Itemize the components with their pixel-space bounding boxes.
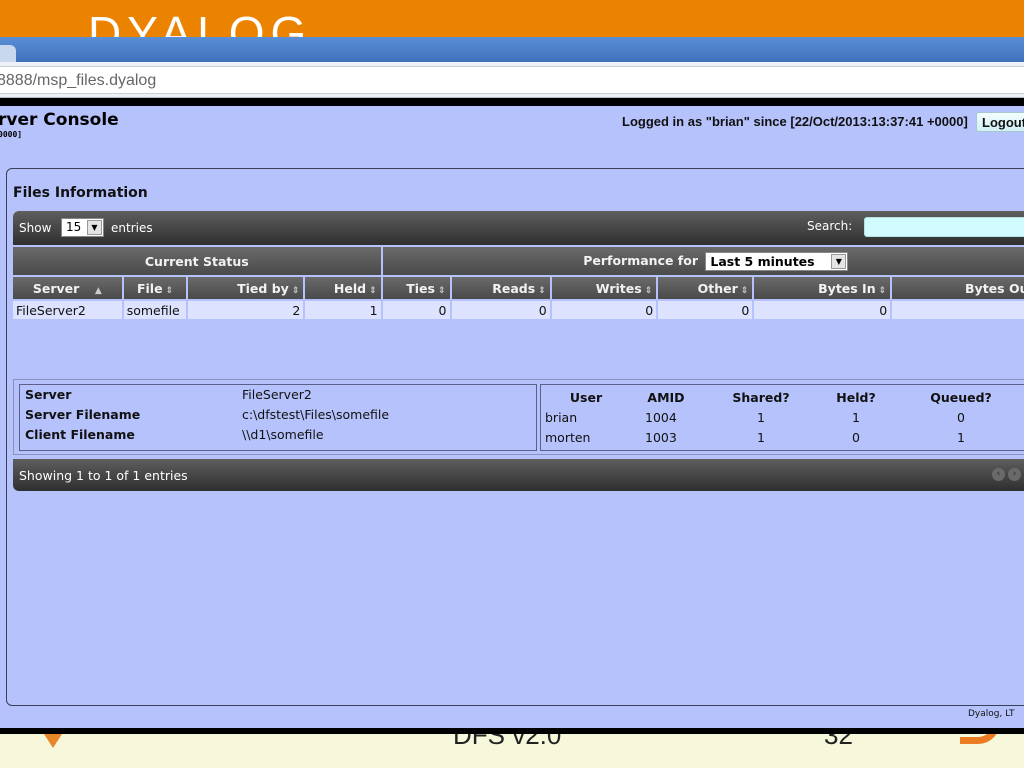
sort-icon: ⇕ [538, 285, 546, 296]
column-header-writes[interactable]: Writes ⇕ [551, 277, 657, 299]
row-detail: Server FileServer2 Server Filename c:\df… [13, 379, 1024, 455]
next-page-icon[interactable]: › [1008, 468, 1021, 481]
sort-ascending-icon: ▲ [82, 285, 102, 296]
slide-header: DYALOG [0, 0, 1024, 40]
slide-page-number: 32 [824, 734, 853, 750]
dyalog-swoosh-icon [960, 734, 1000, 744]
slide-footer: DFS v2.0 32 [0, 734, 1024, 768]
logout-button[interactable]: Logout [976, 112, 1024, 132]
users-column-amid: AMID [647, 389, 685, 405]
column-header-bytes-out[interactable]: Bytes Out⇕ [892, 277, 1024, 299]
detail-label: Server Filename [25, 407, 141, 422]
browser-address-bar: 8888/msp_files.dyalog [0, 62, 1024, 98]
sort-icon: ⇕ [740, 285, 749, 296]
files-information-panel: Files Information Show 15 ▼ entries Sear… [6, 168, 1024, 706]
previous-page-icon[interactable]: ‹ [992, 468, 1005, 481]
detail-label: Server [25, 387, 72, 402]
table-toolbar: Show 15 ▼ entries Search: [13, 211, 1024, 245]
user-shared: 1 [757, 409, 765, 425]
column-header-ties[interactable]: Ties ⇕ [382, 277, 450, 299]
user-held: 0 [852, 429, 860, 445]
login-status: Logged in as "brian" since [22/Oct/2013:… [622, 114, 968, 129]
chevron-down-icon[interactable]: ▼ [87, 220, 102, 235]
column-header-tied-by[interactable]: Tied by ⇕ [188, 277, 304, 299]
sort-icon: ⇕ [291, 285, 300, 296]
cell-other: 0 [658, 301, 753, 319]
group-header-current-status: Current Status [13, 247, 381, 275]
cell-bytes-out: 0 [892, 301, 1024, 319]
column-header-bytes-in[interactable]: Bytes In ⇕ [754, 277, 891, 299]
detail-value: c:\dfstest\Files\somefile [242, 407, 390, 422]
performance-for-label: Performance for [583, 252, 699, 268]
web-page: rver Console 0000] Logged in as "brian" … [0, 106, 1024, 728]
leaf-logo-icon [44, 734, 62, 748]
dyalog-logo: DYALOG [88, 7, 313, 40]
users-column-shared: Shared? [732, 389, 790, 405]
table-footer: Showing 1 to 1 of 1 entries ‹ › [13, 459, 1024, 491]
sort-icon: ⇕ [644, 285, 653, 296]
user-queued: 0 [957, 409, 965, 425]
cell-ties: 0 [382, 301, 450, 319]
sort-icon: ⇕ [369, 285, 377, 296]
cell-file: somefile [123, 301, 187, 319]
file-detail-fields: Server FileServer2 Server Filename c:\df… [19, 384, 537, 451]
users-column-held: Held? [836, 389, 876, 405]
performance-period-select[interactable]: Last 5 minutes ▼ [705, 251, 849, 271]
search-label: Search: [807, 219, 853, 233]
file-users-table: User AMID Shared? Held? Queued? brian 10… [540, 384, 1024, 451]
cell-held: 1 [305, 301, 381, 319]
page-size-select[interactable]: 15 ▼ [61, 218, 104, 237]
url-input[interactable]: 8888/msp_files.dyalog [0, 66, 1024, 94]
column-header-server[interactable]: Server ▲ [13, 277, 122, 299]
panel-title: Files Information [13, 185, 148, 201]
url-text: 8888/msp_files.dyalog [0, 72, 157, 89]
user-held: 1 [852, 409, 860, 425]
performance-period-value: Last 5 minutes [710, 253, 815, 269]
column-header-other[interactable]: Other ⇕ [658, 277, 753, 299]
browser-tab-bar [0, 37, 1024, 65]
chevron-down-icon[interactable]: ▼ [831, 253, 847, 269]
detail-value: FileServer2 [242, 387, 312, 402]
page-title: rver Console [0, 110, 119, 130]
column-header-reads[interactable]: Reads ⇕ [451, 277, 550, 299]
list-item: morten 1003 1 0 1 [541, 427, 1024, 447]
page-subtitle: 0000] [0, 130, 23, 139]
column-header-held[interactable]: Held ⇕ [305, 277, 381, 299]
sort-icon: ⇕ [437, 285, 446, 296]
column-header-file[interactable]: File ⇕ [123, 277, 187, 299]
user-name: brian [545, 409, 578, 425]
files-table: Current Status Performance for Last 5 mi… [11, 245, 1024, 321]
group-header-performance: Performance for Last 5 minutes ▼ [382, 247, 1024, 275]
divider [0, 98, 1024, 106]
user-name: morten [545, 429, 591, 445]
cell-server: FileServer2 [13, 301, 122, 319]
cell-tied-by: 2 [188, 301, 304, 319]
footer-credit: Dyalog, LT [968, 709, 1015, 719]
sort-icon: ⇕ [165, 285, 174, 296]
user-amid: 1004 [645, 409, 677, 425]
pagination-info: Showing 1 to 1 of 1 entries [19, 468, 188, 483]
detail-label: Client Filename [25, 427, 135, 442]
table-row[interactable]: FileServer2 somefile 2 1 0 0 0 0 0 0 [13, 301, 1024, 319]
show-label: Show [19, 221, 52, 235]
user-queued: 1 [957, 429, 965, 445]
page-size-value: 15 [66, 220, 82, 234]
list-item: brian 1004 1 1 0 [541, 407, 1024, 427]
cell-bytes-in: 0 [754, 301, 891, 319]
cell-reads: 0 [451, 301, 550, 319]
detail-value: \\d1\somefile [242, 427, 324, 442]
sort-icon: ⇕ [878, 285, 887, 296]
cell-writes: 0 [551, 301, 657, 319]
user-amid: 1003 [645, 429, 677, 445]
search-input[interactable] [864, 217, 1024, 237]
users-column-user: User [569, 389, 603, 405]
entries-label: entries [111, 221, 153, 235]
user-shared: 1 [757, 429, 765, 445]
users-column-queued: Queued? [930, 389, 992, 405]
slide-footer-title: DFS v2.0 [453, 734, 562, 750]
